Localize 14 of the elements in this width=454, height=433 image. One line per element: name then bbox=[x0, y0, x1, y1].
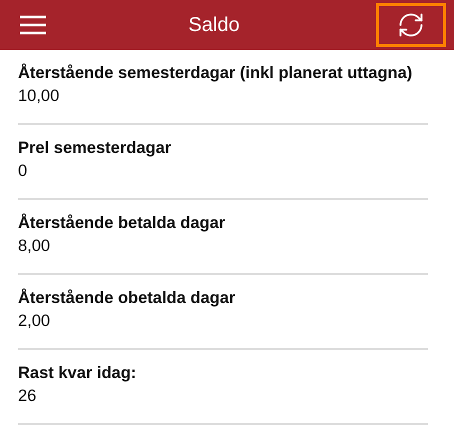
balance-value: 10,00 bbox=[18, 86, 60, 107]
balance-label: Återstående obetalda dagar bbox=[18, 288, 236, 309]
refresh-button[interactable] bbox=[376, 3, 446, 47]
balance-value: 8,00 bbox=[18, 236, 52, 257]
balance-value: 0 bbox=[18, 161, 28, 182]
refresh-icon bbox=[397, 11, 425, 39]
balance-value: 2,00 bbox=[18, 311, 52, 332]
screen-title: Saldo bbox=[188, 14, 240, 36]
balance-label: Återstående betalda dagar bbox=[18, 212, 226, 234]
balance-value: 26 bbox=[18, 386, 38, 407]
menu-icon bbox=[20, 15, 46, 35]
balance-label: Återstående semesterdagar (inkl planerat uttagna) bbox=[18, 62, 414, 84]
balance-label: Prel semesterdagar bbox=[18, 138, 172, 159]
balance-label: Rast kvar idag: bbox=[18, 363, 138, 384]
